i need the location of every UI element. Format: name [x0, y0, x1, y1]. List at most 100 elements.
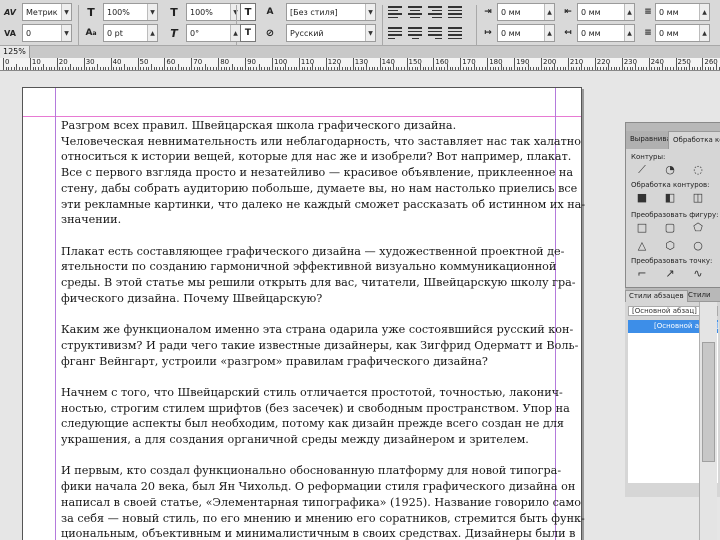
ruler-label: 70 [193, 58, 203, 66]
chevron-down-icon[interactable]: ▲ [147, 25, 157, 41]
zoom-level[interactable]: 125% [0, 46, 30, 58]
ruler-minor-tick [565, 67, 567, 70]
ruler-minor-tick [124, 64, 126, 70]
corner-point-icon[interactable]: ↗ [664, 268, 676, 280]
justify-icon[interactable] [448, 6, 462, 18]
chevron-down-icon[interactable]: ▲ [544, 4, 554, 20]
add-shape-icon[interactable]: ■ [636, 192, 648, 204]
ruler-minor-tick [616, 67, 618, 70]
skew-field[interactable]: 0° ▲ [186, 24, 241, 42]
ruler-minor-tick [323, 67, 325, 70]
bevel-rectangle-icon[interactable]: ⬠ [692, 222, 704, 234]
pathfinder-tabs: Выравниван Обработка конт [626, 123, 720, 149]
ruler-minor-tick [570, 67, 572, 70]
triangle-icon[interactable]: △ [636, 240, 648, 252]
chevron-down-icon[interactable]: ▼ [365, 4, 375, 20]
character-style-dropdown[interactable]: [Без стиля] ▼ [286, 3, 376, 21]
justify-left-icon[interactable] [388, 27, 402, 39]
ruler-minor-tick [247, 67, 249, 70]
chevron-down-icon[interactable]: ▲ [230, 25, 240, 41]
baseline-shift-field[interactable]: 0 pt ▲ [103, 24, 158, 42]
ruler-minor-tick [613, 67, 615, 70]
ruler-minor-tick [145, 67, 147, 70]
ruler-label: 30 [85, 58, 95, 66]
panel-scrollbar[interactable] [699, 302, 717, 540]
open-path-icon[interactable]: ◔ [664, 164, 676, 176]
close-path-icon[interactable]: ◌ [692, 164, 704, 176]
ruler-minor-tick [575, 67, 577, 70]
ruler-major-tick [245, 58, 247, 70]
polygon-icon[interactable]: ⬡ [664, 240, 676, 252]
scrollbar-thumb[interactable] [702, 342, 715, 462]
text-frame[interactable]: Разгром всех правил. Швейцарская школа г… [61, 118, 585, 540]
rounded-rectangle-icon[interactable]: ▢ [664, 222, 676, 234]
ruler-minor-tick [659, 67, 661, 70]
chevron-down-icon[interactable]: ▼ [230, 4, 240, 20]
ruler-minor-tick [250, 67, 252, 70]
ruler-minor-tick [172, 67, 174, 70]
no-color-icon[interactable]: ⊘ [262, 24, 278, 42]
document-page[interactable]: Разгром всех правил. Швейцарская школа г… [22, 87, 585, 540]
plain-point-icon[interactable]: ⌐ [636, 268, 648, 280]
language-dropdown[interactable]: Русский ▼ [286, 24, 376, 42]
tab-styles[interactable]: Стили [685, 290, 714, 302]
chevron-down-icon[interactable]: ▼ [61, 25, 71, 41]
kerning-dropdown[interactable]: Метрик ▼ [22, 3, 72, 21]
ruler-minor-tick [503, 67, 505, 70]
smooth-point-icon[interactable]: ∿ [692, 268, 704, 280]
ruler-minor-tick [481, 67, 483, 70]
ruler-minor-tick [282, 67, 284, 70]
ruler-minor-tick [5, 67, 7, 70]
tab-align[interactable]: Выравниван [626, 131, 668, 149]
left-indent-field[interactable]: 0 мм ▲ [497, 3, 555, 21]
ruler-minor-tick [694, 67, 696, 70]
right-indent-field[interactable]: 0 мм ▲ [577, 3, 635, 21]
align-center-icon[interactable] [408, 6, 422, 18]
join-path-icon[interactable]: ⟋ [636, 164, 648, 176]
space-before-field[interactable]: 0 мм ▲ [655, 3, 710, 21]
tracking-dropdown[interactable]: 0 ▼ [22, 24, 72, 42]
space-after-field[interactable]: 0 мм ▲ [655, 24, 710, 42]
ruler-minor-tick [549, 67, 551, 70]
chevron-down-icon[interactable]: ▲ [624, 25, 634, 41]
horizontal-scale-field[interactable]: 100% ▼ [186, 3, 241, 21]
ruler-minor-tick [107, 67, 109, 70]
ruler-minor-tick [263, 67, 265, 70]
tab-pathfinder[interactable]: Обработка конт [668, 131, 720, 149]
chevron-down-icon[interactable]: ▼ [61, 4, 71, 20]
justify-center-icon[interactable] [408, 27, 422, 39]
chevron-down-icon[interactable]: ▲ [624, 4, 634, 20]
vertical-scale-field[interactable]: 100% ▼ [103, 3, 158, 21]
intersect-shape-icon[interactable]: ◫ [692, 192, 704, 204]
horizontal-ruler[interactable]: 0 10 20 30 40 50 60 70 80 90 100 110 120 130 140 150 160… [0, 58, 720, 71]
last-line-indent-field[interactable]: 0 мм ▲ [577, 24, 635, 42]
ruler-minor-tick [89, 67, 91, 70]
ruler-minor-tick [664, 67, 666, 70]
tracking-value: 0 [26, 28, 32, 38]
align-left-icon[interactable] [388, 6, 402, 18]
first-line-indent-field[interactable]: 0 мм ▲ [497, 24, 555, 42]
ruler-minor-tick [497, 67, 499, 70]
ruler-minor-tick [37, 67, 39, 70]
ruler-minor-tick [390, 67, 392, 70]
ellipse-icon[interactable]: ○ [692, 240, 704, 252]
ruler-minor-tick [183, 67, 185, 70]
chevron-down-icon[interactable]: ▲ [699, 4, 709, 20]
chevron-down-icon[interactable]: ▼ [147, 4, 157, 20]
text-style-icon[interactable]: A [262, 3, 278, 21]
chevron-down-icon[interactable]: ▲ [699, 25, 709, 41]
kerning-value: Метрик [26, 7, 58, 17]
ruler-major-tick [541, 58, 542, 70]
tab-paragraph-styles[interactable]: Стили абзацев [625, 290, 688, 302]
text-fill-icon[interactable]: T [240, 3, 256, 21]
rectangle-icon[interactable]: □ [636, 222, 648, 234]
chevron-down-icon[interactable]: ▲ [544, 25, 554, 41]
chevron-down-icon[interactable]: ▼ [365, 25, 375, 41]
ruler-minor-tick [237, 67, 239, 70]
subtract-shape-icon[interactable]: ◧ [664, 192, 676, 204]
text-stroke-icon[interactable]: T [240, 24, 256, 42]
ruler-major-tick [594, 58, 596, 70]
justify-all-icon[interactable] [448, 27, 462, 39]
justify-right-icon[interactable] [428, 27, 442, 39]
align-right-icon[interactable] [428, 6, 442, 18]
